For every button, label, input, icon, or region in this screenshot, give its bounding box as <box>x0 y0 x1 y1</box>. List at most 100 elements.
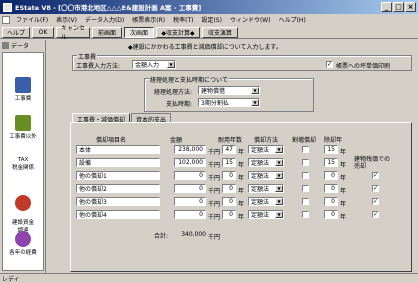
retire-year-field[interactable]: 15 <box>324 158 338 167</box>
accounting-method-select[interactable]: 建物償借 ▼ <box>198 86 260 95</box>
method-select[interactable]: 定額法 ▼ <box>248 210 284 219</box>
input-method-select[interactable]: 金額入力 ▼ <box>132 60 176 69</box>
next-screen-button[interactable]: 次画面 <box>124 26 154 38</box>
method-select[interactable]: 定額法 ▼ <box>248 197 284 206</box>
sidebar-item-label: 工事費 <box>14 96 32 102</box>
extra-depreciation-checkbox[interactable] <box>302 185 309 192</box>
amount-field[interactable]: 0 <box>174 184 206 193</box>
input-method-label: 工事費入力方法: <box>76 63 121 70</box>
total-unit: 千円 <box>208 234 221 241</box>
accounting-method-label: 経理処理方法: <box>154 89 193 96</box>
method-select[interactable]: 定額法 ▼ <box>248 158 284 167</box>
life-unit: 年 <box>238 175 245 182</box>
retire-year-field[interactable]: 15 <box>324 145 338 154</box>
extra-depreciation-checkbox[interactable] <box>302 159 309 166</box>
close-button[interactable]: × <box>405 2 416 12</box>
menu-settings[interactable]: 設定(S) <box>199 15 224 24</box>
balance-calc-button[interactable]: ◆収支計算◆ <box>156 26 200 38</box>
amount-field[interactable]: 0 <box>174 210 206 219</box>
amount-unit: 千円 <box>208 162 221 169</box>
retire-year-field[interactable]: 0 <box>324 197 338 206</box>
sidebar-item-construction[interactable]: 工事費 <box>3 77 43 102</box>
sidebar-item-tax[interactable]: TAX 税金関係 <box>3 151 43 177</box>
select-value: 定額法 <box>251 173 270 180</box>
method-select[interactable]: 定額法 ▼ <box>248 145 284 154</box>
document-icon[interactable] <box>2 15 10 24</box>
retire-year-field[interactable]: 0 <box>324 184 338 193</box>
sidebar-item-label: 工事費以外 <box>9 134 37 140</box>
construction-cost-icon <box>15 77 31 93</box>
sidebar-panel: 工事費 工事費以外 TAX 税金関係 建設資金 調達 各年の経費 <box>2 52 44 271</box>
chevron-down-icon: ▼ <box>251 99 259 106</box>
useful-life-field[interactable]: 47 <box>222 145 236 154</box>
item-name-field[interactable]: 他の償却2 <box>76 184 160 193</box>
menu-tax[interactable]: 税率(T) <box>171 15 195 24</box>
amount-unit: 千円 <box>208 149 221 156</box>
header-retire-year: 除却年 <box>324 137 343 144</box>
help-button[interactable]: ヘルプ <box>2 26 30 38</box>
cancel-button[interactable]: キャンセル <box>56 25 90 41</box>
sidebar-item-other-cost[interactable]: 工事費以外 <box>3 115 43 140</box>
retire-unit: 年 <box>340 201 347 208</box>
retire-unit: 年 <box>340 188 347 195</box>
tab-construction-depreciation[interactable]: 工事費・減価償却 <box>72 113 131 124</box>
item-name-field[interactable]: 本体 <box>76 145 160 154</box>
useful-life-field[interactable]: 0 <box>222 171 236 180</box>
sidebar-header: データ <box>0 40 45 50</box>
amount-field[interactable]: 238,000 <box>174 145 206 154</box>
menu-file[interactable]: ファイル(F) <box>14 15 50 24</box>
select-value: 定額法 <box>251 160 270 167</box>
item-name-field[interactable]: 他の償却1 <box>76 171 160 180</box>
maximize-button[interactable]: □ <box>393 2 404 12</box>
residual-sale-checkbox[interactable]: ✓ <box>372 185 379 192</box>
life-unit: 年 <box>238 149 245 156</box>
item-name-field[interactable]: 他の償却3 <box>76 197 160 206</box>
residual-sale-checkbox[interactable]: ✓ <box>372 172 379 179</box>
menu-report[interactable]: 帳票表示(R) <box>130 15 167 24</box>
extra-depreciation-checkbox[interactable] <box>302 146 309 153</box>
retire-year-field[interactable]: 0 <box>324 210 338 219</box>
useful-life-field[interactable]: 0 <box>222 197 236 206</box>
method-select[interactable]: 定額法 ▼ <box>248 171 284 180</box>
sidebar-title: データ <box>11 42 30 50</box>
residual-sale-checkbox[interactable]: ✓ <box>372 198 379 205</box>
header-extra-depreciation: 割増償却 <box>292 137 317 144</box>
amount-field[interactable]: 0 <box>174 171 206 180</box>
info-text: ◆建設にかかわる工事費と減価償却について入力します。 <box>128 44 282 51</box>
sidebar-item-annual-expense[interactable]: 各年の経費 <box>3 231 43 256</box>
ok-button[interactable]: OK <box>32 26 54 38</box>
useful-life-field[interactable]: 0 <box>222 210 236 219</box>
app-icon <box>3 2 12 12</box>
tab-capital-expenditure[interactable]: 資本的支出 <box>131 113 172 124</box>
life-unit: 年 <box>238 214 245 221</box>
chevron-down-icon: ▼ <box>275 172 283 179</box>
payment-timing-label: 支払時期: <box>166 101 193 108</box>
menu-data-input[interactable]: データ入力(D) <box>83 15 126 24</box>
menu-window[interactable]: ウィンドウ(W) <box>228 15 273 24</box>
chevron-down-icon: ▼ <box>275 146 283 153</box>
payment-timing-select[interactable]: 3期分割払 ▼ <box>198 98 260 107</box>
extra-depreciation-checkbox[interactable] <box>302 198 309 205</box>
select-value: 定額法 <box>251 186 270 193</box>
total-value: 340,000 <box>181 231 206 238</box>
print-unit-price-checkbox[interactable]: ✓ <box>326 61 333 68</box>
balance-compute-button[interactable]: 収支演算 <box>202 26 238 38</box>
useful-life-field[interactable]: 15 <box>222 158 236 167</box>
item-name-field[interactable]: 設備 <box>76 158 160 167</box>
prev-screen-button[interactable]: 前画面 <box>92 26 122 38</box>
method-select[interactable]: 定額法 ▼ <box>248 184 284 193</box>
retire-unit: 年 <box>340 214 347 221</box>
retire-year-field[interactable]: 0 <box>324 171 338 180</box>
residual-sale-checkbox[interactable]: ✓ <box>372 211 379 218</box>
extra-depreciation-checkbox[interactable] <box>302 211 309 218</box>
print-unit-price-label: 帳票への坪単価印刷 <box>336 63 391 70</box>
useful-life-field[interactable]: 0 <box>222 184 236 193</box>
extra-depreciation-checkbox[interactable] <box>302 172 309 179</box>
amount-field[interactable]: 0 <box>174 197 206 206</box>
amount-field[interactable]: 102,000 <box>174 158 206 167</box>
item-name-field[interactable]: 他の償却4 <box>76 210 160 219</box>
menu-help[interactable]: ヘルプ(H) <box>277 15 308 24</box>
minimize-button[interactable]: _ <box>381 2 392 12</box>
status-bar: レディ <box>0 273 418 283</box>
header-depreciation-method: 償却方法 <box>254 137 279 144</box>
